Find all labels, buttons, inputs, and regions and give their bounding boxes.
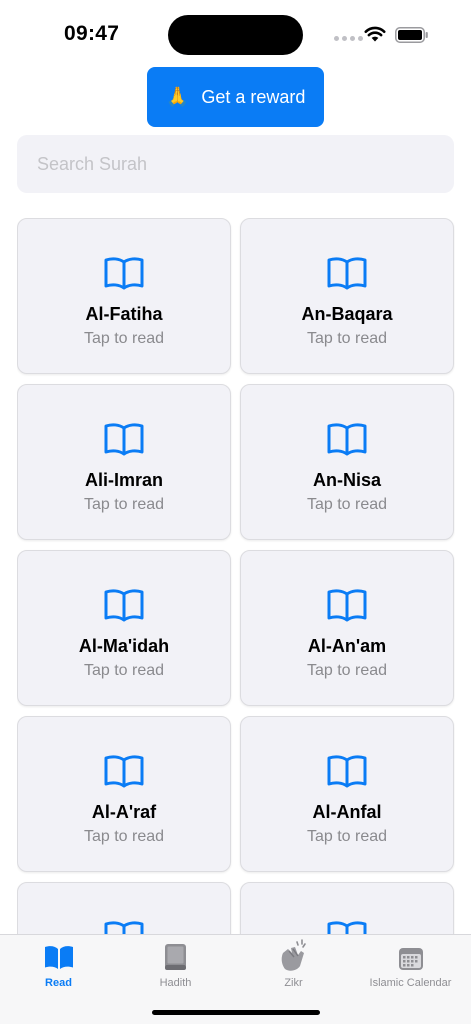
tab-read[interactable]: Read: [0, 941, 117, 989]
tab-islamic-calendar[interactable]: Islamic Calendar: [352, 941, 469, 989]
book-open-icon: [44, 946, 73, 969]
surah-card[interactable]: [240, 882, 454, 934]
surah-name: Al-A'raf: [91, 802, 157, 822]
tab-label: Hadith: [159, 977, 192, 989]
book-open-icon: [104, 921, 144, 934]
search-input[interactable]: [35, 152, 436, 176]
book-open-icon: [327, 589, 367, 622]
tab-hadith[interactable]: Hadith: [117, 941, 234, 989]
surah-card[interactable]: [17, 882, 231, 934]
surah-card[interactable]: Al-An'am Tap to read: [240, 550, 454, 706]
book-open-icon: [104, 423, 144, 456]
book-open-icon: [104, 755, 144, 788]
surah-card[interactable]: An-Baqara Tap to read: [240, 218, 454, 374]
surah-grid[interactable]: Al-Fatiha Tap to read An-Baqara Tap to read…: [17, 218, 455, 934]
praying-hands-icon: 🙏: [165, 87, 190, 108]
surah-card[interactable]: Al-Fatiha Tap to read: [17, 218, 231, 374]
surah-name: Al-Ma'idah: [78, 636, 170, 656]
surah-subtitle: Tap to read: [83, 496, 165, 513]
surah-name: Al-Fatiha: [85, 304, 163, 324]
surah-subtitle: Tap to read: [306, 662, 388, 679]
surah-name: Al-Anfal: [312, 802, 382, 822]
surah-name: Ali-Imran: [84, 470, 163, 490]
book-open-icon: [327, 423, 367, 456]
tab-label: Read: [45, 977, 72, 989]
surah-name: An-Baqara: [301, 304, 393, 324]
surah-name: An-Nisa: [312, 470, 381, 490]
tab-zikr[interactable]: Zikr: [235, 939, 352, 989]
surah-card[interactable]: An-Nisa Tap to read: [240, 384, 454, 540]
surah-subtitle: Tap to read: [83, 330, 165, 347]
book-open-icon: [327, 755, 367, 788]
surah-subtitle: Tap to read: [83, 662, 165, 679]
book-open-icon: [104, 589, 144, 622]
battery-icon: [395, 27, 428, 43]
wifi-icon: [364, 26, 386, 42]
status-bar: 09:47: [0, 0, 471, 60]
surah-subtitle: Tap to read: [306, 330, 388, 347]
surah-subtitle: Tap to read: [306, 496, 388, 513]
cellular-signal-icon: [334, 36, 363, 41]
get-reward-button[interactable]: 🙏 Get a reward: [147, 67, 324, 127]
tab-label: Zikr: [284, 977, 303, 989]
book-open-icon: [327, 257, 367, 290]
dynamic-island: [168, 15, 303, 55]
surah-card[interactable]: Ali-Imran Tap to read: [17, 384, 231, 540]
book-closed-icon: [164, 944, 186, 970]
calendar-icon: [398, 948, 423, 970]
surah-card[interactable]: Al-A'raf Tap to read: [17, 716, 231, 872]
get-reward-label: Get a reward: [201, 86, 306, 107]
surah-card[interactable]: Al-Ma'idah Tap to read: [17, 550, 231, 706]
surah-name: Al-An'am: [307, 636, 387, 656]
surah-subtitle: Tap to read: [83, 828, 165, 845]
book-open-icon: [104, 257, 144, 290]
home-indicator: [152, 1010, 320, 1015]
surah-card[interactable]: Al-Anfal Tap to read: [240, 716, 454, 872]
surah-subtitle: Tap to read: [306, 828, 388, 845]
tab-label: Islamic Calendar: [369, 977, 452, 989]
search-field[interactable]: [17, 135, 454, 193]
status-time: 09:47: [64, 22, 120, 45]
book-open-icon: [327, 921, 367, 934]
hands-clapping-icon: [281, 939, 306, 971]
